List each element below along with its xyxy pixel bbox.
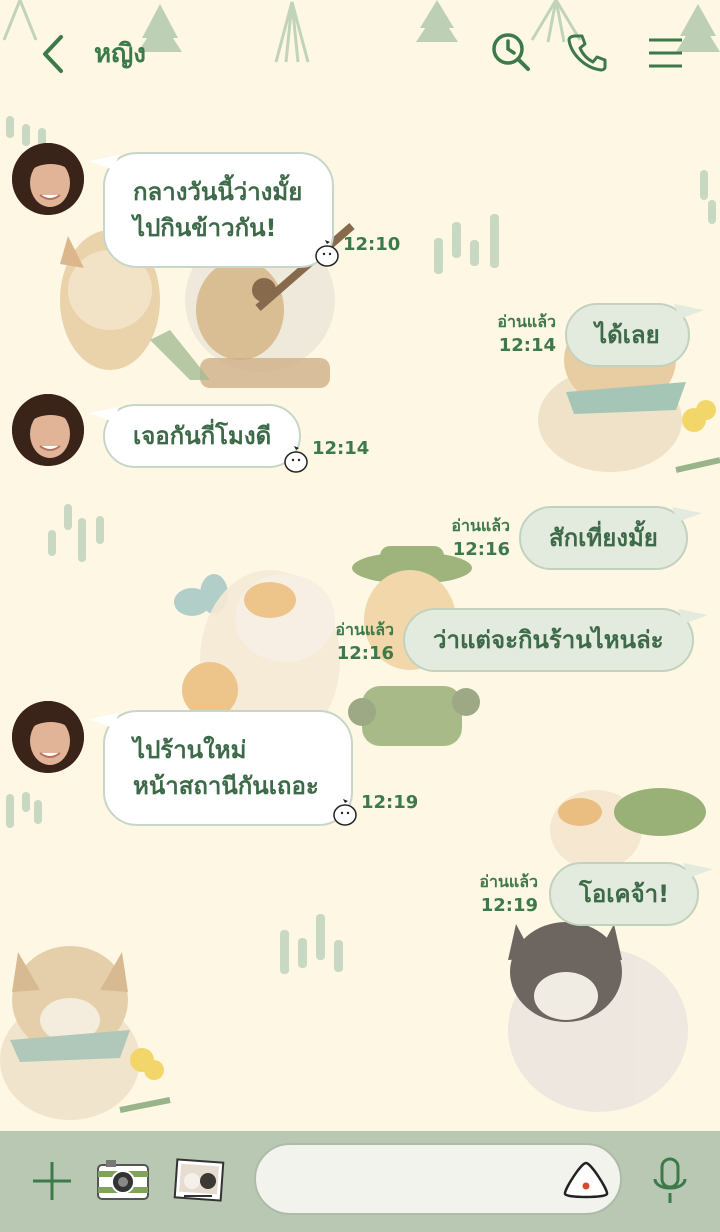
read-receipt: อ่านแล้ว 12:14 — [480, 310, 556, 358]
message-bubble-outgoing[interactable]: สักเที่ยงมั้ย — [519, 498, 702, 570]
contact-avatar[interactable] — [12, 143, 84, 215]
read-label: อ่านแล้ว — [497, 312, 556, 331]
message-time: 12:19 — [361, 792, 419, 813]
message-bubble-incoming[interactable]: กลางวันนี้ว่างมั้ย ไปกินข้าวกัน! — [89, 146, 334, 268]
read-label: อ่านแล้ว — [451, 516, 510, 535]
message-text: ว่าแต่จะกินร้านไหนล่ะ — [433, 626, 664, 654]
gallery-icon — [173, 1158, 225, 1202]
read-receipt: อ่านแล้ว 12:16 — [318, 618, 394, 666]
add-button[interactable] — [30, 1159, 74, 1203]
read-label: อ่านแล้ว — [335, 620, 394, 639]
camera-button[interactable] — [96, 1157, 150, 1203]
contact-avatar[interactable] — [12, 394, 84, 466]
avatar-photo — [12, 394, 84, 466]
chat-screen: หญิง กลางวันนี้ว่างมั้ย ไปกินข้าวกัน! 12… — [0, 0, 720, 1232]
gallery-button[interactable] — [172, 1157, 226, 1203]
message-time: 12:16 — [452, 539, 510, 560]
contact-avatar[interactable] — [12, 701, 84, 773]
message-bubble-outgoing[interactable]: ว่าแต่จะกินร้านไหนล่ะ — [403, 600, 708, 672]
read-receipt: อ่านแล้ว 12:19 — [462, 870, 538, 918]
message-text: สักเที่ยงมั้ย — [549, 524, 658, 552]
chat-header: หญิง — [0, 0, 720, 105]
message-text-line: ไปกินข้าวกัน! — [133, 214, 277, 242]
message-text-line: ไปร้านใหม่ — [133, 736, 247, 764]
camera-icon — [97, 1160, 149, 1200]
sticker-button[interactable] — [561, 1160, 611, 1200]
read-label: อ่านแล้ว — [479, 872, 538, 891]
message-time: 12:14 — [498, 335, 556, 356]
bird-sticker-icon — [333, 799, 357, 826]
message-bubble-incoming[interactable]: เจอกันกี่โมงดี — [89, 398, 302, 468]
message-text: ได้เลย — [595, 321, 660, 349]
message-time: 12:16 — [336, 643, 394, 664]
call-button[interactable] — [567, 32, 607, 72]
chat-title: หญิง — [94, 39, 146, 69]
phone-icon — [567, 34, 607, 72]
message-time: 12:19 — [480, 895, 538, 916]
message-time: 12:14 — [312, 438, 370, 459]
read-receipt: อ่านแล้ว 12:16 — [434, 514, 510, 562]
avatar-photo — [12, 143, 84, 215]
back-button[interactable] — [36, 34, 70, 74]
plus-icon — [33, 1162, 71, 1200]
message-text-line: หน้าสถานีกันเถอะ — [133, 772, 319, 800]
search-history-button[interactable] — [491, 32, 531, 72]
message-bubble-outgoing[interactable]: โอเคจ้า! — [549, 854, 713, 926]
message-text: โอเคจ้า! — [579, 880, 670, 908]
message-text-line: กลางวันนี้ว่างมั้ย — [133, 178, 303, 206]
message-bubble-incoming[interactable]: ไปร้านใหม่ หน้าสถานีกันเถอะ — [89, 704, 353, 826]
bird-sticker-icon — [284, 446, 308, 473]
avatar-photo — [12, 701, 84, 773]
search-history-icon — [492, 33, 530, 71]
menu-icon — [649, 38, 682, 68]
sticker-icon — [563, 1161, 609, 1199]
bird-sticker-icon — [315, 240, 339, 267]
message-time: 12:10 — [343, 234, 401, 255]
voice-button[interactable] — [650, 1157, 690, 1205]
message-input[interactable] — [280, 1145, 564, 1215]
menu-button[interactable] — [646, 32, 686, 72]
back-arrow-icon — [43, 35, 63, 73]
microphone-icon — [653, 1157, 687, 1203]
message-bubble-outgoing[interactable]: ได้เลย — [565, 295, 704, 367]
message-text-line: เจอกันกี่โมงดี — [133, 422, 272, 450]
